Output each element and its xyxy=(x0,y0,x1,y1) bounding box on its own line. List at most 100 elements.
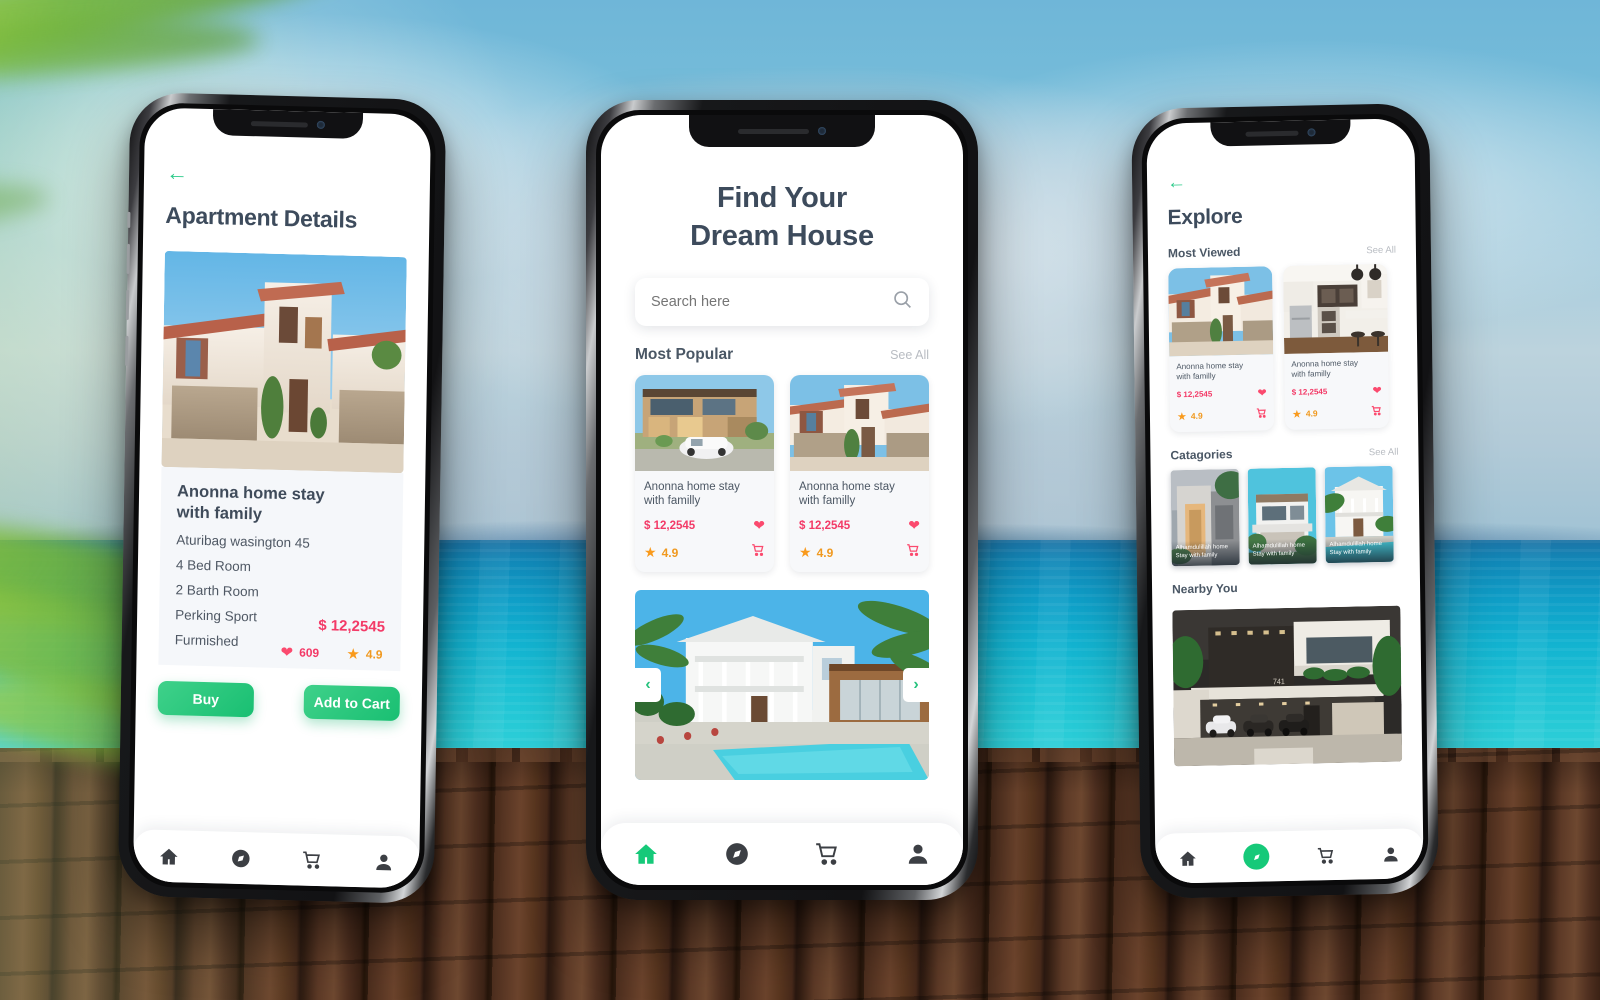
like-count: 609 xyxy=(299,645,320,661)
property-card[interactable]: Anonna home stay with familly $ 12,2545 … xyxy=(1168,266,1275,433)
cart-icon[interactable] xyxy=(906,543,920,562)
category-card[interactable]: Alhamdulillah home Stay with family xyxy=(1170,468,1240,567)
property-card[interactable]: Anonna home stay with familly $ 12,2545 … xyxy=(635,374,774,573)
nearby-property-image[interactable]: 741 xyxy=(1172,605,1403,767)
nav-cart-icon[interactable] xyxy=(1316,846,1335,865)
property-thumbnail xyxy=(790,374,929,471)
section-title: Most Viewed xyxy=(1167,244,1241,261)
property-price: $ 12,2545 xyxy=(1291,387,1328,397)
property-rating: 4.9 xyxy=(1190,410,1203,421)
back-icon[interactable]: ← xyxy=(166,160,408,190)
notch xyxy=(212,109,364,140)
category-label: Alhamdulillah home Stay with family xyxy=(1248,538,1317,565)
most-popular-header: Most Popular See All xyxy=(635,346,929,364)
heart-icon[interactable]: ❤ xyxy=(908,517,920,534)
property-name: Anonna home stay with familly xyxy=(1291,358,1359,379)
section-title: Nearby You xyxy=(1171,581,1238,597)
earpiece-speaker xyxy=(738,128,809,134)
category-card[interactable]: Alhamdulillah home Stay with family xyxy=(1247,467,1317,565)
carousel-next-button[interactable]: › xyxy=(903,668,929,703)
star-icon: ★ xyxy=(346,645,360,664)
listing-address: Aturibag wasington 45 xyxy=(176,532,311,551)
earpiece-speaker xyxy=(1245,130,1299,137)
star-icon: ★ xyxy=(1291,408,1302,421)
add-to-cart-button[interactable]: Add to Cart xyxy=(303,684,401,722)
bottom-navigation xyxy=(1155,828,1424,884)
nav-compass-icon[interactable] xyxy=(724,841,750,867)
page-title: Find Your Dream House xyxy=(635,179,929,256)
property-card[interactable]: Anonna home stay with familly $ 12,2545 … xyxy=(1283,263,1390,430)
bottom-navigation xyxy=(132,829,420,889)
property-rating: 4.9 xyxy=(661,545,679,560)
title-line-1: Find Your xyxy=(717,182,847,214)
nav-profile-icon[interactable] xyxy=(373,851,394,873)
cart-icon[interactable] xyxy=(1371,403,1382,421)
heart-icon[interactable]: ❤ xyxy=(1372,384,1381,397)
see-all-link[interactable]: See All xyxy=(1369,447,1399,459)
front-camera xyxy=(1307,128,1316,137)
buy-button[interactable]: Buy xyxy=(157,681,255,718)
nav-home-icon[interactable] xyxy=(1178,848,1197,867)
nav-cart-icon[interactable] xyxy=(301,849,322,871)
phone3-screen: ← Explore Most Viewed See All Anonna hom… xyxy=(1146,118,1424,884)
nav-compass-icon[interactable] xyxy=(1243,843,1270,870)
most-viewed-header: Most Viewed See All xyxy=(1168,242,1396,261)
cart-icon[interactable] xyxy=(751,543,765,562)
section-title: Catagories xyxy=(1170,447,1233,463)
property-thumbnail xyxy=(1168,266,1275,357)
notch xyxy=(689,115,875,147)
search-input[interactable] xyxy=(651,293,856,310)
property-price: $ 12,2545 xyxy=(799,519,851,532)
property-name: Anonna home stay with familly xyxy=(1176,360,1244,382)
section-title: Most Popular xyxy=(635,345,734,363)
nav-profile-icon[interactable] xyxy=(905,841,931,867)
listing-price: $ 12,2545 xyxy=(318,617,386,636)
bottom-navigation xyxy=(601,823,963,885)
property-thumbnail xyxy=(635,374,774,471)
phone-mockup-center: Find Your Dream House Most Popular See A… xyxy=(586,100,978,900)
property-name: Anonna home stay with familly xyxy=(644,480,740,507)
see-all-link[interactable]: See All xyxy=(1366,245,1396,257)
heart-icon[interactable]: ❤ xyxy=(753,517,765,534)
notch xyxy=(1210,119,1351,147)
star-icon: ★ xyxy=(799,544,812,561)
listing-detail-card: Anonna home stay with family Aturibag wa… xyxy=(158,466,404,672)
listing-feature: 2 Barth Room xyxy=(175,582,259,600)
category-card[interactable]: Alhamdulillah home Stay with family xyxy=(1324,465,1394,564)
page-title: Apartment Details xyxy=(165,201,358,233)
cart-icon[interactable] xyxy=(1256,405,1267,423)
nav-cart-icon[interactable] xyxy=(814,841,840,867)
star-icon: ★ xyxy=(644,544,657,561)
property-rating: 4.9 xyxy=(1305,408,1318,419)
back-icon[interactable]: ← xyxy=(1167,169,1395,193)
nearby-header: Nearby You xyxy=(1171,578,1400,597)
nav-profile-icon[interactable] xyxy=(1381,844,1400,863)
search-bar[interactable] xyxy=(635,277,929,326)
listing-name: Anonna home stay with family xyxy=(176,482,325,524)
property-name: Anonna home stay with familly xyxy=(799,480,895,507)
nav-compass-icon[interactable] xyxy=(230,847,251,869)
property-thumbnail xyxy=(1283,263,1389,354)
listing-feature: 4 Bed Room xyxy=(175,557,252,575)
page-title: Explore xyxy=(1167,204,1243,230)
heart-icon[interactable]: ❤ xyxy=(280,643,293,661)
search-icon[interactable] xyxy=(892,289,913,315)
phone1-screen: ← Apartment Details Anonna home stay wit… xyxy=(132,107,432,889)
featured-carousel[interactable]: ‹ › xyxy=(635,590,929,781)
rating-value: 4.9 xyxy=(365,647,383,662)
property-rating: 4.9 xyxy=(816,545,834,560)
heart-icon[interactable]: ❤ xyxy=(1257,386,1266,399)
property-card[interactable]: Anonna home stay with familly $ 12,2545 … xyxy=(790,374,929,573)
nav-home-icon[interactable] xyxy=(158,845,179,867)
category-label: Alhamdulillah home Stay with family xyxy=(1325,537,1394,564)
nav-home-icon[interactable] xyxy=(633,841,659,867)
categories-header: Catagories See All xyxy=(1170,444,1398,463)
category-label: Alhamdulillah home Stay with family xyxy=(1171,540,1240,567)
carousel-prev-button[interactable]: ‹ xyxy=(635,668,661,703)
house-number: 741 xyxy=(1273,677,1285,687)
phone-mockup-left: ← Apartment Details Anonna home stay wit… xyxy=(117,91,447,905)
listing-hero-image xyxy=(161,250,407,474)
property-price: $ 12,2545 xyxy=(644,519,696,532)
phone-mockup-right: ← Explore Most Viewed See All Anonna hom… xyxy=(1131,102,1439,900)
see-all-link[interactable]: See All xyxy=(890,348,929,362)
